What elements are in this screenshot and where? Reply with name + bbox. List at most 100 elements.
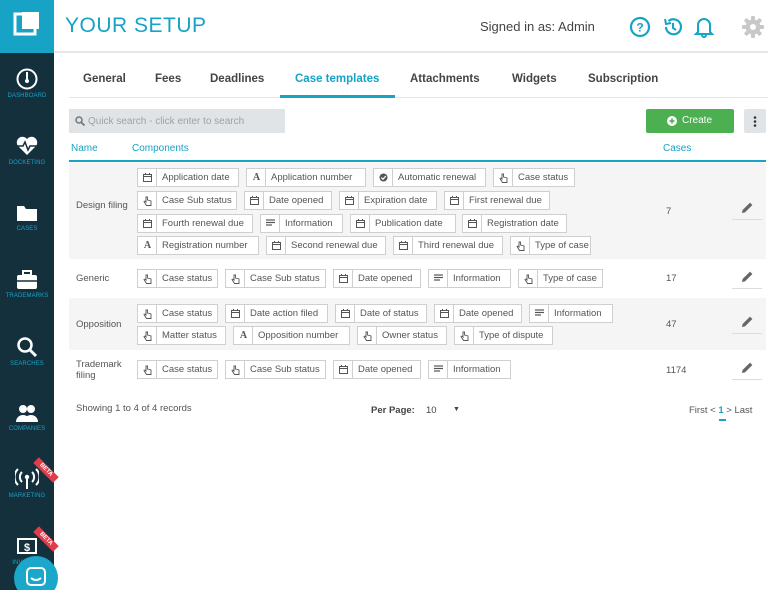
component-chip[interactable]: Information xyxy=(428,269,511,288)
pencil-icon xyxy=(742,362,753,373)
pager-first[interactable]: First xyxy=(689,405,707,416)
table-row: Design filing 7 Application date A Applic… xyxy=(69,163,766,259)
pencil-icon xyxy=(742,202,753,213)
pager-next[interactable]: > xyxy=(726,405,732,416)
pagination: First < 1 > Last xyxy=(689,405,752,416)
calendar-icon xyxy=(351,215,370,232)
chevron-down-icon[interactable]: ▼ xyxy=(453,406,460,413)
sidebar-item-docketing[interactable]: DOCKETING xyxy=(0,135,54,195)
component-chip[interactable]: Date of status xyxy=(335,304,427,323)
table-row: Generic 17 Case status Case Sub status D… xyxy=(69,261,766,297)
pager-prev[interactable]: < xyxy=(710,405,716,416)
edit-button[interactable] xyxy=(732,263,762,289)
search-icon xyxy=(17,337,38,358)
chat-icon xyxy=(26,567,46,586)
hand-pointer-icon xyxy=(226,270,245,287)
tab-subscription[interactable]: Subscription xyxy=(588,73,658,85)
pager-last[interactable]: Last xyxy=(734,405,752,416)
sidebar-item-trademarks[interactable]: TRADEMARKS xyxy=(0,270,54,330)
tab-attachments[interactable]: Attachments xyxy=(410,73,480,85)
calendar-icon xyxy=(226,305,245,322)
gear-icon[interactable] xyxy=(742,16,764,43)
component-chip[interactable]: Date opened xyxy=(244,191,332,210)
component-chip[interactable]: A Registration number xyxy=(137,236,259,255)
tab-general[interactable]: General xyxy=(83,73,126,85)
component-chip[interactable]: Case status xyxy=(137,360,218,379)
component-chip[interactable]: Third renewal due xyxy=(393,236,503,255)
sidebar-item-label: SEARCHES xyxy=(10,361,44,367)
component-chip[interactable]: Registration date xyxy=(462,214,567,233)
component-chip[interactable]: A Opposition number xyxy=(233,326,350,345)
sidebar-item-searches[interactable]: SEARCHES xyxy=(0,336,54,396)
component-chip[interactable]: Information xyxy=(260,214,343,233)
more-options-button[interactable] xyxy=(744,109,766,133)
hand-pointer-icon xyxy=(138,327,157,344)
component-chip[interactable]: Information xyxy=(428,360,511,379)
tab-deadlines[interactable]: Deadlines xyxy=(210,73,264,85)
component-chip[interactable]: Date opened xyxy=(434,304,522,323)
sidebar-item-marketing[interactable]: MARKETING BETA xyxy=(0,457,59,528)
component-chip[interactable]: Type of dispute xyxy=(454,326,553,345)
component-chip[interactable]: Publication date xyxy=(350,214,456,233)
hand-pointer-icon xyxy=(455,327,474,344)
svg-text:?: ? xyxy=(636,21,643,35)
component-chip[interactable]: Type of case xyxy=(518,269,603,288)
pager-current-page[interactable]: 1 xyxy=(718,405,723,416)
app-logo[interactable] xyxy=(0,0,54,53)
column-header-cases[interactable]: Cases xyxy=(663,143,691,154)
component-chip[interactable]: Case Sub status xyxy=(225,360,326,379)
component-chip[interactable]: Automatic renewal xyxy=(373,168,486,187)
component-chip[interactable]: Type of case xyxy=(510,236,591,255)
bell-icon[interactable] xyxy=(693,16,715,43)
edit-button[interactable] xyxy=(732,308,762,334)
active-tab-indicator xyxy=(280,95,395,98)
tab-case-templates[interactable]: Case templates xyxy=(295,73,379,85)
cases-count: 17 xyxy=(666,273,677,284)
tab-widgets[interactable]: Widgets xyxy=(512,73,557,85)
component-chip[interactable]: Second renewal due xyxy=(266,236,386,255)
template-name: Design filing xyxy=(76,200,128,211)
svg-text:$: $ xyxy=(24,542,30,554)
column-header-components[interactable]: Components xyxy=(132,143,189,154)
calendar-icon xyxy=(336,305,355,322)
column-header-name[interactable]: Name xyxy=(71,143,98,154)
component-chip[interactable]: Case status xyxy=(493,168,575,187)
component-chip[interactable]: Matter status xyxy=(137,326,226,345)
edit-button[interactable] xyxy=(732,194,762,220)
hand-pointer-icon xyxy=(138,192,157,209)
sidebar-item-cases[interactable]: CASES xyxy=(0,203,54,263)
create-button[interactable]: Create xyxy=(646,109,734,133)
component-chip[interactable]: Application date xyxy=(137,168,239,187)
calendar-icon xyxy=(463,215,482,232)
help-icon[interactable]: ? xyxy=(629,16,651,43)
cases-count: 1174 xyxy=(666,365,687,376)
search-input[interactable] xyxy=(88,112,278,130)
component-chip[interactable]: Date action filed xyxy=(225,304,328,323)
tab-fees[interactable]: Fees xyxy=(155,73,181,85)
component-chip[interactable]: Date opened xyxy=(333,360,421,379)
plus-circle-icon xyxy=(667,116,677,126)
history-icon[interactable] xyxy=(662,16,684,43)
sidebar-item-dashboard[interactable]: DASHBOARD xyxy=(0,68,54,128)
sidebar-item-label: DASHBOARD xyxy=(7,93,47,99)
lines-icon xyxy=(429,361,448,378)
component-chip[interactable]: Owner status xyxy=(357,326,447,345)
per-page-select[interactable]: 10 xyxy=(426,405,437,416)
component-chip[interactable]: Case Sub status xyxy=(137,191,237,210)
component-chip[interactable]: Expiration date xyxy=(339,191,437,210)
component-chip[interactable]: Date opened xyxy=(333,269,421,288)
calendar-icon xyxy=(245,192,264,209)
component-chip[interactable]: First renewal due xyxy=(444,191,550,210)
component-chip[interactable]: Fourth renewal due xyxy=(137,214,253,233)
table-row: Trademark filing 1174 Case status Case S… xyxy=(69,352,766,390)
lines-icon xyxy=(530,305,549,322)
component-chip[interactable]: Information xyxy=(529,304,613,323)
kebab-menu-icon xyxy=(753,116,757,127)
component-chip[interactable]: Case status xyxy=(137,304,218,323)
component-chip[interactable]: A Application number xyxy=(246,168,366,187)
sidebar-item-companies[interactable]: COMPANIES xyxy=(0,403,54,463)
edit-button[interactable] xyxy=(732,354,762,380)
component-chip[interactable]: Case Sub status xyxy=(225,269,326,288)
component-chip[interactable]: Case status xyxy=(137,269,218,288)
cases-count: 7 xyxy=(666,206,672,217)
